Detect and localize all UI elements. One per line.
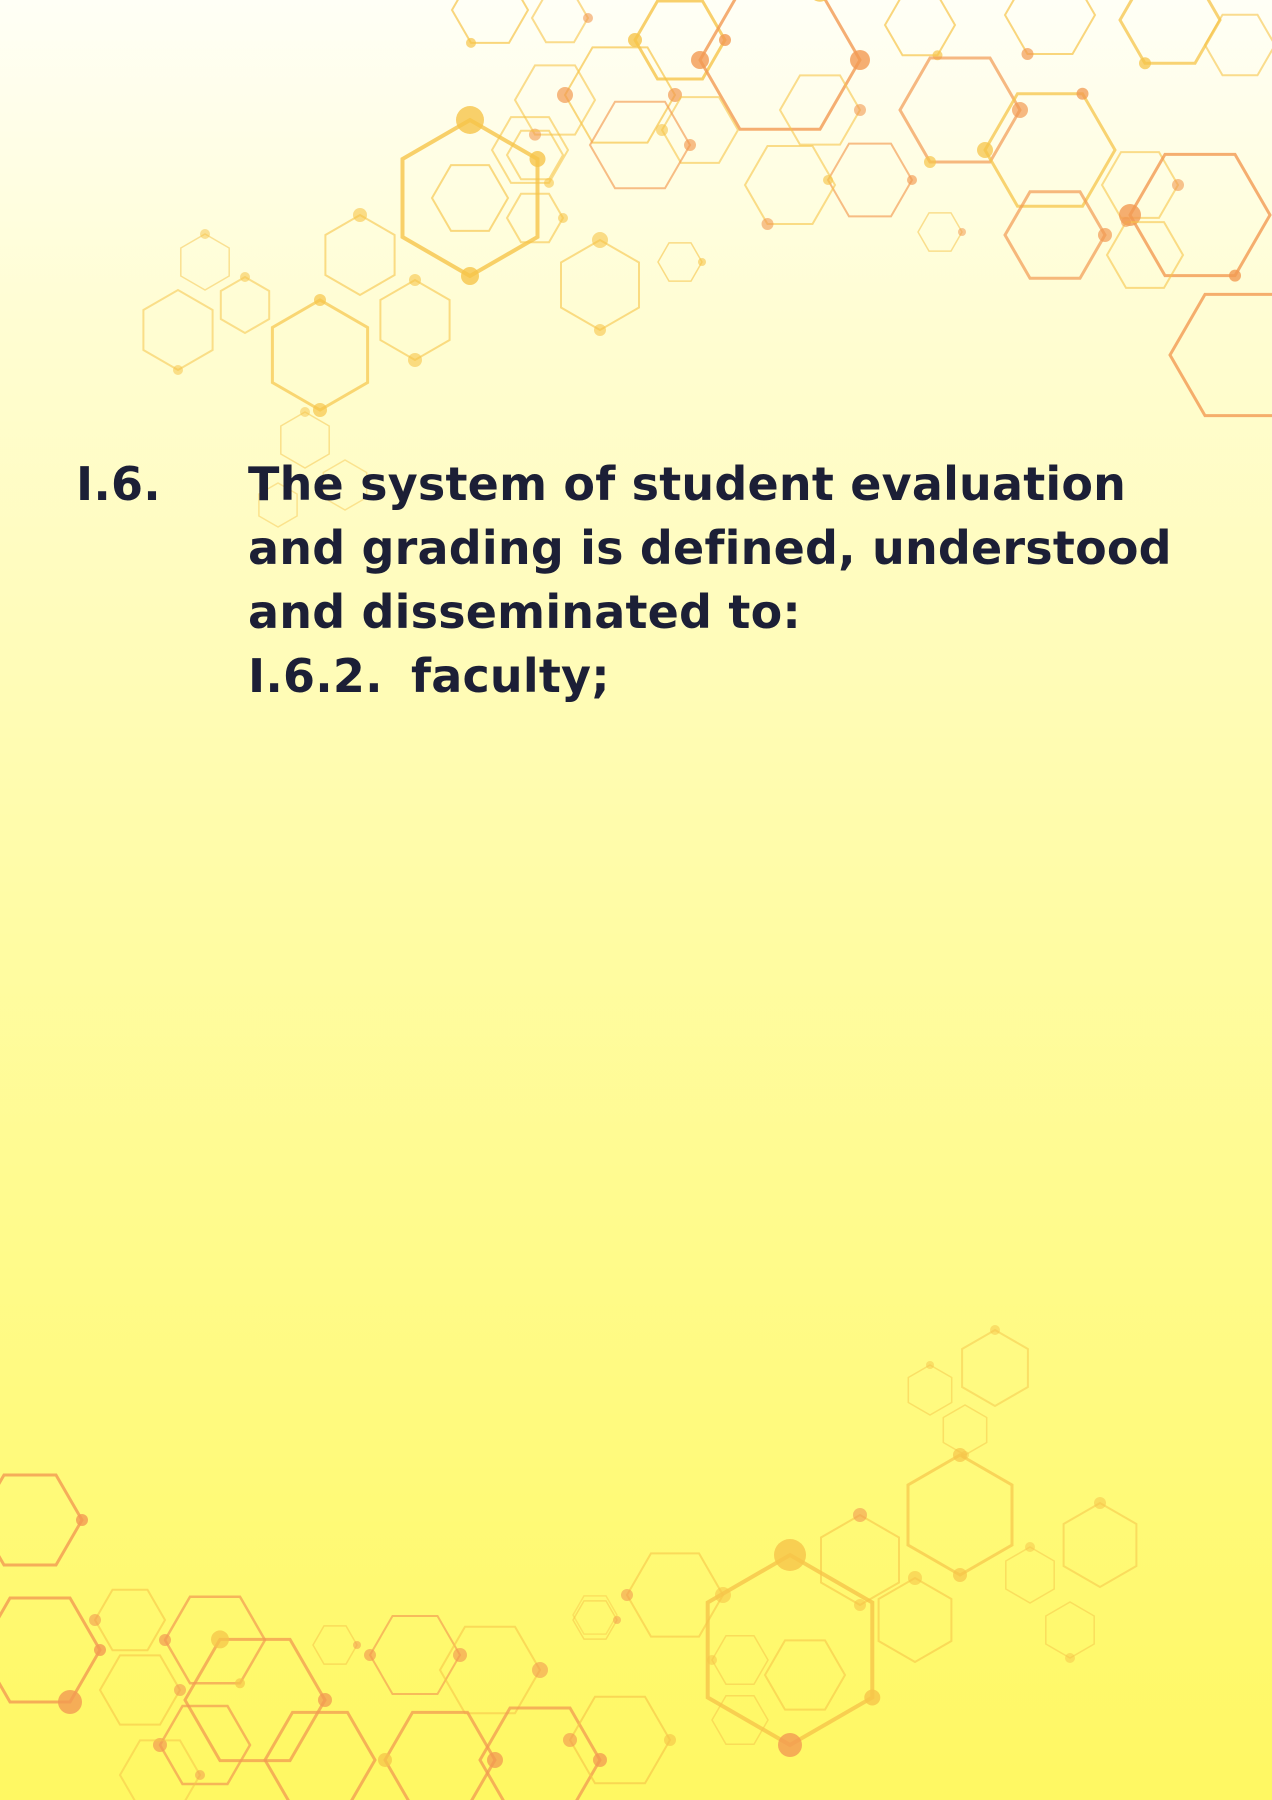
document-content: I.6. The system of student evaluation an… bbox=[0, 0, 1272, 1800]
sub-item: I.6.2. faculty; bbox=[248, 644, 610, 708]
sub-item-number: I.6.2. bbox=[248, 649, 383, 703]
sub-item-text: faculty; bbox=[411, 649, 610, 703]
section-text: The system of student evaluation and gra… bbox=[248, 457, 1172, 639]
section-number: I.6. bbox=[76, 457, 161, 511]
